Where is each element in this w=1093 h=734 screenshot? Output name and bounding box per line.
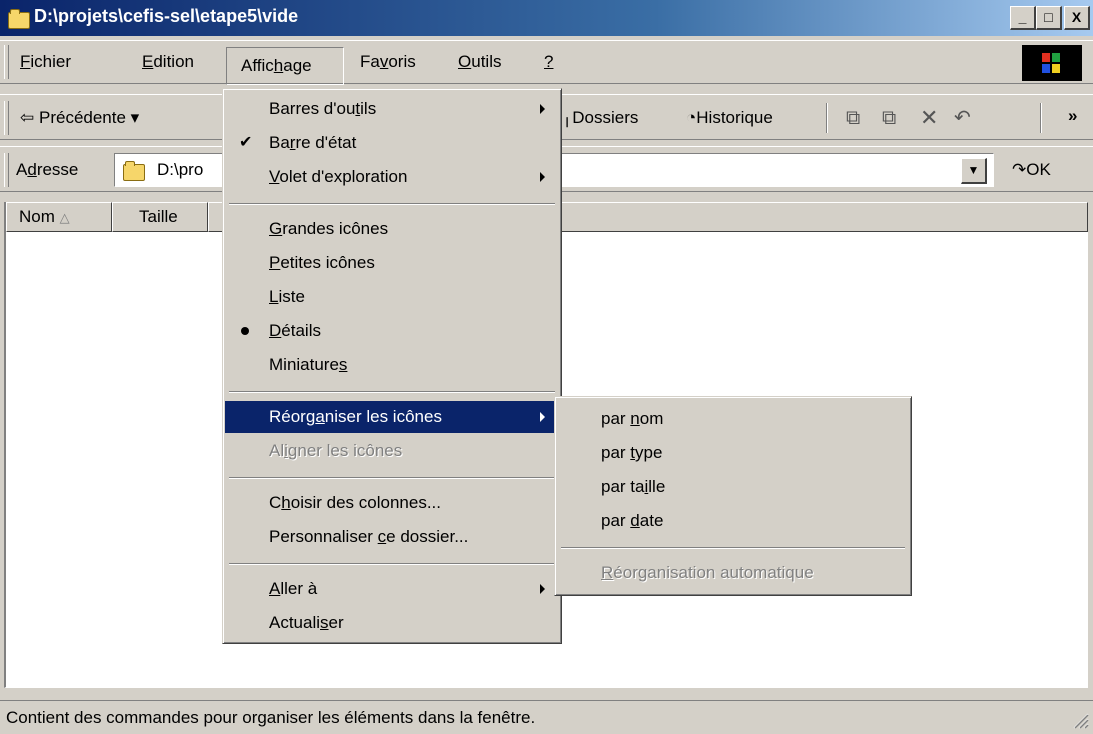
status-text: Contient des commandes pour organiser le…: [6, 708, 536, 727]
dropdown-arrow-icon: ▾: [130, 108, 140, 127]
column-header-name[interactable]: Nom △: [6, 202, 112, 232]
menu-bar: Fichier Edition Affichage Favoris Outils…: [0, 40, 1093, 85]
dropdown-arrow-icon: ▼: [967, 163, 980, 177]
menu-item-large-icons[interactable]: Grandes icônes: [225, 213, 559, 245]
menu-item-details[interactable]: Détails: [225, 315, 559, 347]
window-title: D:\projets\cefis-sel\etape5\vide: [34, 6, 299, 26]
go-arrow-icon: ↷: [1012, 160, 1027, 179]
submenu-arrow-icon: [540, 104, 545, 114]
toolbar-separator-2: [1040, 103, 1042, 133]
folder-icon: [8, 9, 30, 29]
view-menu: Barres d'outils ✔ Barre d'état Volet d'ex…: [222, 88, 562, 644]
menu-item-thumbnails[interactable]: Miniatures: [225, 349, 559, 381]
column-header-size[interactable]: Taille: [112, 202, 208, 232]
check-mark-icon: ✔: [239, 134, 253, 151]
menu-item-statusbar[interactable]: ✔ Barre d'état: [225, 127, 559, 159]
menu-item-toolbars[interactable]: Barres d'outils: [225, 93, 559, 125]
menu-separator: [229, 203, 555, 205]
close-button[interactable]: X: [1064, 6, 1090, 30]
menu-item-list[interactable]: Liste: [225, 281, 559, 313]
resize-grip-icon[interactable]: [1071, 711, 1089, 729]
submenu-item-auto-arrange: Réorganisation automatique: [601, 563, 814, 582]
menu-favoris[interactable]: Favoris: [360, 49, 416, 75]
history-clock-icon: ◔: [686, 108, 697, 127]
copy-to-icon[interactable]: ⧉: [882, 105, 896, 131]
back-button[interactable]: ⇦ Précédente ▾: [20, 105, 139, 131]
menu-separator: [229, 563, 555, 565]
menu-separator: [229, 477, 555, 479]
arrange-icons-submenu: par nom par type par taille par date Réo…: [554, 396, 912, 596]
toolbar-separator: [826, 103, 828, 133]
title-bar[interactable]: D:\projets\cefis-sel\etape5\vide _ □ X: [0, 0, 1093, 36]
menu-item-line-up-icons: Aligner les icônes: [269, 441, 403, 460]
minimize-button[interactable]: _: [1010, 6, 1036, 30]
menu-item-small-icons[interactable]: Petites icônes: [225, 247, 559, 279]
go-button[interactable]: ↷OK: [1012, 157, 1051, 183]
submenu-item-by-size[interactable]: par taille: [557, 471, 909, 503]
column-header-filler: [554, 202, 1088, 232]
folders-icon: ╷: [562, 108, 573, 127]
submenu-item-by-date[interactable]: par date: [557, 505, 909, 537]
menu-separator: [229, 391, 555, 393]
back-arrow-icon: ⇦: [20, 108, 35, 127]
menu-bar-grip[interactable]: [4, 45, 9, 79]
address-label: Adresse: [16, 160, 79, 179]
undo-icon[interactable]: ↶: [954, 105, 971, 131]
menu-separator: [561, 547, 905, 549]
delete-icon[interactable]: ✕: [920, 105, 938, 131]
menu-item-choose-columns[interactable]: Choisir des colonnes...: [225, 487, 559, 519]
sort-ascending-icon: △: [59, 210, 70, 225]
windows-logo: [1022, 45, 1082, 81]
menu-fichier[interactable]: Fichier: [20, 49, 71, 75]
history-button[interactable]: ◔Historique: [686, 105, 773, 131]
address-folder-icon: [123, 161, 145, 181]
submenu-arrow-icon: [540, 412, 545, 422]
maximize-button[interactable]: □: [1036, 6, 1062, 30]
menu-edition[interactable]: Edition: [142, 49, 194, 75]
menu-help[interactable]: ?: [544, 49, 553, 75]
radio-dot-icon: [241, 327, 249, 335]
menu-item-customize-folder[interactable]: Personnaliser ce dossier...: [225, 521, 559, 553]
address-dropdown-button[interactable]: ▼: [961, 158, 987, 184]
submenu-arrow-icon: [540, 172, 545, 182]
submenu-arrow-icon: [540, 584, 545, 594]
windows-logo-icon: [1042, 53, 1060, 73]
menu-item-arrange-icons[interactable]: Réorganiser les icônes: [225, 401, 559, 433]
submenu-item-by-name[interactable]: par nom: [557, 403, 909, 435]
address-grip[interactable]: [4, 153, 9, 187]
folders-button[interactable]: ╷Dossiers: [562, 105, 638, 131]
menu-item-go-to[interactable]: Aller à: [225, 573, 559, 605]
move-to-icon[interactable]: ⧉: [846, 105, 860, 131]
toolbar-grip[interactable]: [4, 101, 9, 135]
address-value: D:\pro: [157, 160, 204, 179]
menu-item-refresh[interactable]: Actualiser: [225, 607, 559, 639]
submenu-item-by-type[interactable]: par type: [557, 437, 909, 469]
status-bar: Contient des commandes pour organiser le…: [0, 700, 1093, 733]
menu-affichage[interactable]: Affichage: [226, 47, 344, 85]
menu-outils[interactable]: Outils: [458, 49, 501, 75]
menu-item-explorer-bar[interactable]: Volet d'exploration: [225, 161, 559, 193]
toolbar-more-chevron-icon[interactable]: »: [1068, 103, 1077, 129]
